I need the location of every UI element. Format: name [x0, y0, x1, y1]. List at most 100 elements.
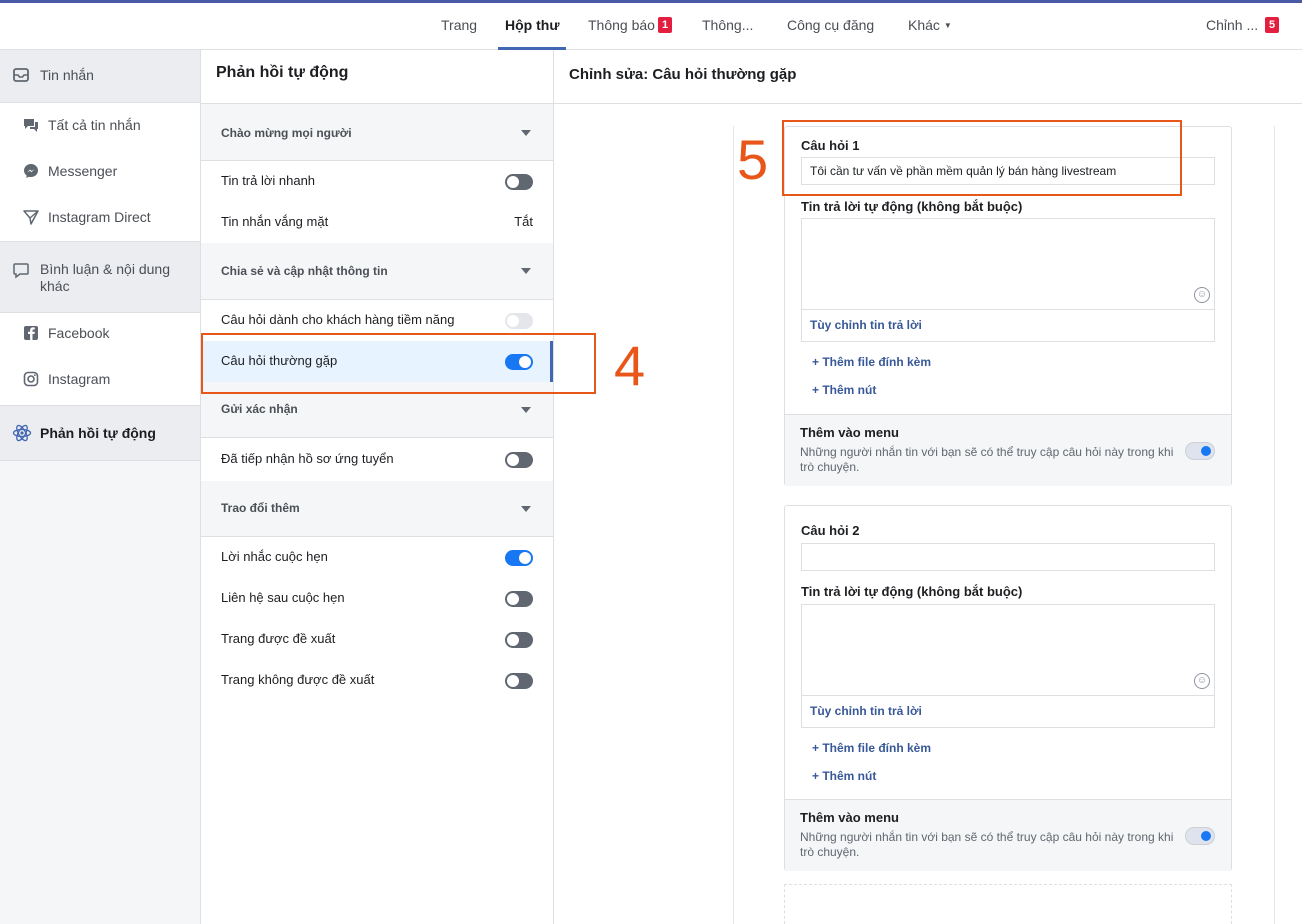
facebook-icon	[22, 324, 40, 342]
setting-label: Trang được đề xuất	[221, 631, 336, 646]
annotation-number-4: 4	[614, 334, 646, 397]
menu-toggle[interactable]	[1185, 442, 1215, 460]
toggle-switch[interactable]	[505, 452, 533, 468]
section-header[interactable]: Chia sẻ và cập nhật thông tin	[201, 243, 553, 300]
edit-badge: 5	[1265, 17, 1280, 33]
setting-label: Tin trả lời nhanh	[221, 173, 316, 188]
sidebar-item-instagram-direct[interactable]: Instagram Direct	[0, 206, 200, 230]
tab-label: Khác	[908, 17, 940, 33]
sidebar-label: Bình luận & nội dung khác	[40, 261, 170, 294]
sidebar-label: Instagram Direct	[48, 209, 151, 225]
chevron-down-icon	[521, 130, 531, 136]
tab-label: Hộp thư	[505, 17, 560, 33]
divider	[554, 103, 1302, 104]
answer-textarea[interactable]: ☺ Tùy chỉnh tin trả lời	[801, 604, 1215, 728]
emoji-icon[interactable]: ☺	[1194, 673, 1210, 689]
edit-page-link[interactable]: Chỉnh ... 5	[1206, 3, 1280, 50]
tab-label: Công cụ đăng	[787, 17, 875, 33]
section-title: Chào mừng mọi người	[221, 126, 352, 140]
setting-label: Tin nhắn vắng mặt	[221, 214, 329, 229]
setting-row[interactable]: Lời nhắc cuộc hẹn	[201, 537, 553, 578]
faq-card: Câu hỏi 2 Tin trả lời tự động (không bắt…	[784, 505, 1232, 871]
sidebar-label: Instagram	[48, 371, 111, 387]
edit-label: Chỉnh ...	[1206, 17, 1259, 33]
toggle-switch[interactable]	[505, 550, 533, 566]
section-header[interactable]: Trao đổi thêm	[201, 481, 553, 537]
setting-value: Tắt	[514, 214, 533, 229]
customize-reply-link[interactable]: Tùy chỉnh tin trả lời	[810, 704, 922, 718]
toggle-switch[interactable]	[505, 174, 533, 190]
chevron-down-icon	[521, 268, 531, 274]
setting-label: Liên hệ sau cuộc hẹn	[221, 590, 345, 605]
toggle-switch[interactable]	[505, 673, 533, 689]
divider	[733, 126, 734, 924]
tab-cong-cu-dang[interactable]: Công cụ đăng	[787, 3, 874, 50]
section-title: Trao đổi thêm	[221, 501, 300, 515]
sidebar-item-facebook[interactable]: Facebook	[0, 322, 200, 346]
setting-row[interactable]: Tin trả lời nhanh	[201, 161, 553, 202]
tab-khac[interactable]: Khác ▼	[908, 3, 952, 50]
answer-label: Tin trả lời tự động (không bắt buộc)	[801, 199, 1023, 214]
emoji-icon[interactable]: ☺	[1194, 287, 1210, 303]
divider	[1274, 126, 1275, 924]
editor-title: Chỉnh sửa: Câu hỏi thường gặp	[569, 66, 797, 83]
faq-card-placeholder	[784, 884, 1232, 924]
notification-badge: 1	[657, 17, 673, 33]
setting-row[interactable]: Trang được đề xuất	[201, 619, 553, 660]
customize-reply-link[interactable]: Tùy chỉnh tin trả lời	[810, 318, 922, 332]
add-attachment-link[interactable]: + Thêm file đính kèm	[812, 741, 931, 755]
menu-description: Những người nhắn tin với bạn sẽ có thể t…	[800, 445, 1174, 474]
section-header[interactable]: Chào mừng mọi người	[201, 103, 553, 161]
setting-row[interactable]: Liên hệ sau cuộc hẹn	[201, 578, 553, 619]
menu-toggle[interactable]	[1185, 827, 1215, 845]
atom-icon	[12, 423, 32, 442]
setting-row[interactable]: Tin nhắn vắng mặt Tắt	[201, 202, 553, 243]
answer-label: Tin trả lời tự động (không bắt buộc)	[801, 584, 1023, 599]
inbox-icon	[12, 66, 30, 84]
caret-down-icon: ▼	[943, 21, 952, 30]
section-title: Chia sẻ và cập nhật thông tin	[221, 264, 388, 278]
chat-bubbles-icon	[22, 116, 40, 134]
divider	[802, 309, 1214, 310]
sidebar-label: Tất cả tin nhắn	[48, 117, 141, 133]
sidebar-item-messenger[interactable]: Messenger	[0, 160, 200, 184]
question-label: Câu hỏi 2	[801, 523, 860, 538]
setting-row[interactable]: Trang không được đề xuất	[201, 660, 553, 701]
setting-row[interactable]: Đã tiếp nhận hồ sơ ứng tuyển	[201, 439, 553, 480]
setting-label: Lời nhắc cuộc hẹn	[221, 549, 328, 564]
question-input[interactable]	[801, 543, 1215, 571]
sidebar-item-all-messages[interactable]: Tất cả tin nhắn	[0, 114, 200, 138]
section-title: Gửi xác nhận	[221, 402, 298, 416]
sidebar-label: Facebook	[48, 325, 110, 341]
tab-label: Thông báo	[588, 17, 655, 33]
menu-title: Thêm vào menu	[800, 425, 899, 440]
menu-title: Thêm vào menu	[800, 810, 899, 825]
auto-reply-panel: Phản hồi tự động Chào mừng mọi người Tin…	[201, 50, 554, 924]
tab-thong-tin[interactable]: Thông...	[702, 3, 753, 50]
comment-icon	[12, 261, 30, 279]
sidebar-item-auto-reply[interactable]: Phản hồi tự động	[0, 405, 200, 461]
annotation-number-5: 5	[737, 128, 769, 191]
toggle-switch[interactable]	[505, 632, 533, 648]
add-button-link[interactable]: + Thêm nút	[812, 383, 876, 397]
sidebar-item-instagram[interactable]: Instagram	[0, 368, 200, 392]
chevron-down-icon	[521, 506, 531, 512]
setting-label: Đã tiếp nhận hồ sơ ứng tuyển	[221, 451, 394, 466]
tab-trang[interactable]: Trang	[441, 3, 477, 50]
setting-label: Trang không được đề xuất	[221, 672, 375, 687]
tab-thong-bao[interactable]: Thông báo 1	[588, 3, 673, 50]
tab-hop-thu[interactable]: Hộp thư	[498, 3, 567, 50]
sidebar-label: Messenger	[48, 163, 118, 179]
answer-textarea[interactable]: ☺ Tùy chỉnh tin trả lời	[801, 218, 1215, 342]
annotation-box-step-5	[782, 120, 1182, 196]
chevron-down-icon	[521, 407, 531, 413]
sidebar-item-comments[interactable]: Bình luận & nội dung khác	[0, 241, 200, 313]
toggle-switch[interactable]	[505, 313, 533, 329]
add-button-link[interactable]: + Thêm nút	[812, 769, 876, 783]
messenger-icon	[22, 162, 40, 180]
toggle-switch[interactable]	[505, 591, 533, 607]
setting-label: Câu hỏi dành cho khách hàng tiềm năng	[221, 312, 455, 327]
sidebar-item-messages[interactable]: Tin nhắn	[0, 50, 200, 103]
add-attachment-link[interactable]: + Thêm file đính kèm	[812, 355, 931, 369]
sidebar-label: Tin nhắn	[40, 67, 94, 83]
